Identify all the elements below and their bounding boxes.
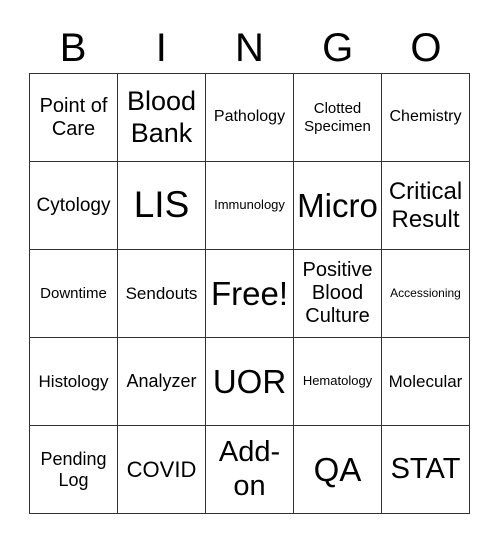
bingo-cell[interactable]: LIS xyxy=(118,162,206,250)
cell-text: Pending Log xyxy=(40,448,107,490)
bingo-cell[interactable]: QA xyxy=(294,426,382,514)
cell-text: Downtime xyxy=(40,284,107,302)
header-letter-n: N xyxy=(235,26,264,70)
cell-text: Sendouts xyxy=(125,283,198,303)
bingo-cell[interactable]: Analyzer xyxy=(118,338,206,426)
cell-text: Hematology xyxy=(302,373,373,389)
bingo-cell[interactable]: Chemistry xyxy=(382,74,470,162)
bingo-cell[interactable]: Hematology xyxy=(294,338,382,426)
bingo-cell[interactable]: Clotted Specimen xyxy=(294,74,382,162)
bingo-cell[interactable]: Histology xyxy=(30,338,118,426)
header-letter-i: I xyxy=(155,26,167,70)
bingo-cell[interactable]: Immunology xyxy=(206,162,294,250)
bingo-cell[interactable]: Sendouts xyxy=(118,250,206,338)
cell-text: STAT xyxy=(390,452,461,485)
cell-text: Clotted Specimen xyxy=(304,100,371,135)
bingo-grid: Point of Care Blood Bank Pathology Clott… xyxy=(29,73,470,514)
bingo-cell[interactable]: Cytology xyxy=(30,162,118,250)
bingo-cell[interactable]: Blood Bank xyxy=(118,74,206,162)
bingo-cell[interactable]: COVID xyxy=(118,426,206,514)
bingo-cell[interactable]: Add-on xyxy=(206,426,294,514)
bingo-cell[interactable]: Downtime xyxy=(30,250,118,338)
bingo-cell[interactable]: Pending Log xyxy=(30,426,118,514)
cell-text: Immunology xyxy=(214,197,285,213)
cell-text: UOR xyxy=(212,362,287,400)
cell-text: Point of Care xyxy=(39,94,108,140)
bingo-cell[interactable]: UOR xyxy=(206,338,294,426)
cell-text: Free! xyxy=(210,274,289,312)
cell-text: Blood Bank xyxy=(126,86,197,148)
cell-text: Micro xyxy=(297,186,378,224)
cell-text: Chemistry xyxy=(389,108,462,126)
bingo-cell[interactable]: Micro xyxy=(294,162,382,250)
cell-text: Histology xyxy=(38,371,109,391)
cell-text: LIS xyxy=(133,184,190,226)
bingo-cell[interactable]: Accessioning xyxy=(382,250,470,338)
cell-text: Pathology xyxy=(213,108,286,126)
bingo-cell[interactable]: Pathology xyxy=(206,74,294,162)
cell-text: COVID xyxy=(126,456,197,482)
bingo-cell[interactable]: Critical Result xyxy=(382,162,470,250)
bingo-cell[interactable]: Molecular xyxy=(382,338,470,426)
cell-text: Positive Blood Culture xyxy=(302,259,373,327)
cell-text: Add-on xyxy=(218,436,281,502)
bingo-header: B I N G O xyxy=(29,24,470,72)
cell-text: QA xyxy=(313,450,362,488)
free-space-cell[interactable]: Free! xyxy=(206,250,294,338)
bingo-cell[interactable]: Point of Care xyxy=(30,74,118,162)
header-letter-b: B xyxy=(59,26,87,70)
bingo-cell[interactable]: Positive Blood Culture xyxy=(294,250,382,338)
cell-text: Cytology xyxy=(36,194,111,216)
header-letter-o: O xyxy=(410,26,442,70)
header-letter-g: G xyxy=(322,26,354,70)
cell-text: Molecular xyxy=(388,371,463,391)
bingo-cell[interactable]: STAT xyxy=(382,426,470,514)
cell-text: Analyzer xyxy=(126,371,197,392)
cell-text: Accessioning xyxy=(390,285,461,300)
cell-text: Critical Result xyxy=(388,177,463,233)
